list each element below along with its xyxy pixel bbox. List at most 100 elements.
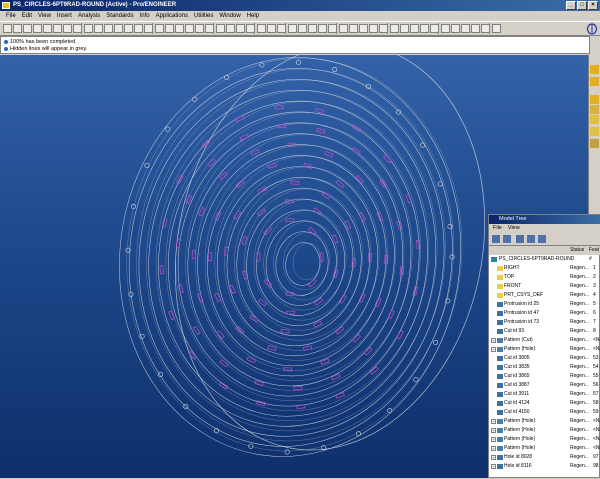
tree-row[interactable]: Cut id 4150 Regen... 59 bbox=[489, 408, 600, 417]
datum-tool-icon[interactable] bbox=[590, 95, 599, 104]
menu-insert[interactable]: Insert bbox=[57, 11, 72, 21]
menu-edit[interactable]: Edit bbox=[22, 11, 32, 21]
maximize-button[interactable]: □ bbox=[577, 1, 587, 10]
menu-window[interactable]: Window bbox=[219, 11, 240, 21]
toolbar-button-icon[interactable] bbox=[236, 24, 245, 33]
toolbar-button-icon[interactable] bbox=[410, 24, 419, 33]
tree-row[interactable]: + Pattern (Hole) Regen... <Non bbox=[489, 435, 600, 444]
toolbar-button-icon[interactable] bbox=[451, 24, 460, 33]
toolbar-button-icon[interactable] bbox=[23, 24, 32, 33]
toolbar-button-icon[interactable] bbox=[318, 24, 327, 33]
tree-settings-icon[interactable] bbox=[492, 235, 500, 243]
toolbar-button-icon[interactable] bbox=[257, 24, 266, 33]
close-button[interactable]: × bbox=[588, 1, 598, 10]
toolbar-button-icon[interactable] bbox=[114, 24, 123, 33]
expand-toggle[interactable]: + bbox=[491, 419, 496, 424]
toolbar-button-icon[interactable] bbox=[216, 24, 225, 33]
toolbar-button-icon[interactable] bbox=[84, 24, 93, 33]
minimize-button[interactable]: _ bbox=[566, 1, 576, 10]
toolbar-button-icon[interactable] bbox=[104, 24, 113, 33]
tree-row[interactable]: + Pattern (Cut) Regen... <Non bbox=[489, 336, 600, 345]
menu-view[interactable]: View bbox=[38, 11, 51, 21]
tree-filter-icon[interactable] bbox=[527, 235, 535, 243]
expand-toggle[interactable]: + bbox=[491, 464, 496, 469]
toolbar-button-icon[interactable] bbox=[492, 24, 501, 33]
toolbar-button-icon[interactable] bbox=[155, 24, 164, 33]
datum-tool-icon[interactable] bbox=[590, 139, 599, 148]
tree-row[interactable]: PS_CIRCLES-6PT9RAD-ROUND bbox=[489, 255, 600, 264]
tree-row[interactable]: RIGHT Regen... 1 bbox=[489, 264, 600, 273]
tree-row[interactable]: + Pattern (Hole) Regen... <Non bbox=[489, 444, 600, 453]
menu-analysis[interactable]: Analysis bbox=[78, 11, 100, 21]
expand-toggle[interactable]: + bbox=[491, 437, 496, 442]
toolbar-button-icon[interactable] bbox=[267, 24, 276, 33]
toolbar-button-icon[interactable] bbox=[134, 24, 143, 33]
menu-applications[interactable]: Applications bbox=[156, 11, 188, 21]
expand-toggle[interactable]: + bbox=[491, 455, 496, 460]
tree-row[interactable]: Cut id 3835 Regen... 54 bbox=[489, 363, 600, 372]
toolbar-button-icon[interactable] bbox=[53, 24, 62, 33]
tree-menu-view[interactable]: View bbox=[508, 224, 520, 233]
tree-row[interactable]: Cut id 3865 Regen... 55 bbox=[489, 372, 600, 381]
column-status[interactable]: Status bbox=[570, 246, 584, 255]
tree-row[interactable]: + Pattern (Hole) Regen... <Non bbox=[489, 345, 600, 354]
tree-row[interactable]: + Hole id 8028 Regen... 97 bbox=[489, 453, 600, 462]
toolbar-button-icon[interactable] bbox=[226, 24, 235, 33]
toolbar-button-icon[interactable] bbox=[390, 24, 399, 33]
toolbar-button-icon[interactable] bbox=[339, 24, 348, 33]
datum-tool-icon[interactable] bbox=[590, 115, 599, 124]
toolbar-button-icon[interactable] bbox=[43, 24, 52, 33]
tree-columns-icon[interactable] bbox=[516, 235, 524, 243]
tree-row[interactable]: Protrusion id 47 Regen... 6 bbox=[489, 309, 600, 318]
tree-row[interactable]: Cut id 93 Regen... 8 bbox=[489, 327, 600, 336]
toolbar-button-icon[interactable] bbox=[94, 24, 103, 33]
toolbar-button-icon[interactable] bbox=[420, 24, 429, 33]
tree-row[interactable]: TOP Regen... 2 bbox=[489, 273, 600, 282]
toolbar-button-icon[interactable] bbox=[63, 24, 72, 33]
toolbar-button-icon[interactable] bbox=[400, 24, 409, 33]
expand-toggle[interactable]: + bbox=[491, 428, 496, 433]
toolbar-button-icon[interactable] bbox=[185, 24, 194, 33]
toolbar-button-icon[interactable] bbox=[349, 24, 358, 33]
expand-toggle[interactable]: + bbox=[491, 446, 496, 451]
toolbar-button-icon[interactable] bbox=[3, 24, 12, 33]
tree-show-icon[interactable] bbox=[503, 235, 511, 243]
toolbar-button-icon[interactable] bbox=[288, 24, 297, 33]
menu-utilities[interactable]: Utilities bbox=[194, 11, 213, 21]
tree-menu-file[interactable]: File bbox=[493, 224, 502, 233]
toolbar-button-icon[interactable] bbox=[13, 24, 22, 33]
tree-row[interactable]: Cut id 3911 Regen... 57 bbox=[489, 390, 600, 399]
menu-help[interactable]: Help bbox=[247, 11, 259, 21]
tree-row[interactable]: Protrusion id 73 Regen... 7 bbox=[489, 318, 600, 327]
tree-row[interactable]: Cut id 3805 Regen... 53 bbox=[489, 354, 600, 363]
datum-tool-icon[interactable] bbox=[590, 77, 599, 86]
tree-row[interactable]: + Pattern (Hole) Regen... <Non bbox=[489, 426, 600, 435]
toolbar-button-icon[interactable] bbox=[359, 24, 368, 33]
tree-row[interactable]: FRONT Regen... 3 bbox=[489, 282, 600, 291]
toolbar-button-icon[interactable] bbox=[165, 24, 174, 33]
toolbar-button-icon[interactable] bbox=[33, 24, 42, 33]
tree-row[interactable]: Protrusion id 25 Regen... 5 bbox=[489, 300, 600, 309]
expand-toggle[interactable]: + bbox=[491, 338, 496, 343]
toolbar-button-icon[interactable] bbox=[308, 24, 317, 33]
toolbar-button-icon[interactable] bbox=[369, 24, 378, 33]
tree-row[interactable]: + Hole id 8116 Regen... 98 bbox=[489, 462, 600, 471]
tree-row[interactable]: PRT_CSYS_DEF Regen... 4 bbox=[489, 291, 600, 300]
toolbar-button-icon[interactable] bbox=[441, 24, 450, 33]
expand-toggle[interactable]: + bbox=[491, 347, 496, 352]
menu-info[interactable]: Info bbox=[140, 11, 150, 21]
toolbar-button-icon[interactable] bbox=[195, 24, 204, 33]
tree-row[interactable]: Cut id 3887 Regen... 56 bbox=[489, 381, 600, 390]
menu-standards[interactable]: Standards bbox=[106, 11, 133, 21]
toolbar-button-icon[interactable] bbox=[175, 24, 184, 33]
datum-tool-icon[interactable] bbox=[590, 65, 599, 74]
tree-row[interactable]: Cut id 4124 Regen... 58 bbox=[489, 399, 600, 408]
toolbar-button-icon[interactable] bbox=[461, 24, 470, 33]
menu-file[interactable]: File bbox=[6, 11, 16, 21]
toolbar-button-icon[interactable] bbox=[298, 24, 307, 33]
datum-tool-icon[interactable] bbox=[590, 105, 599, 114]
tree-row[interactable]: + Pattern (Hole) Regen... <Non bbox=[489, 417, 600, 426]
datum-tool-icon[interactable] bbox=[590, 127, 599, 136]
toolbar-button-icon[interactable] bbox=[124, 24, 133, 33]
toolbar-button-icon[interactable] bbox=[471, 24, 480, 33]
